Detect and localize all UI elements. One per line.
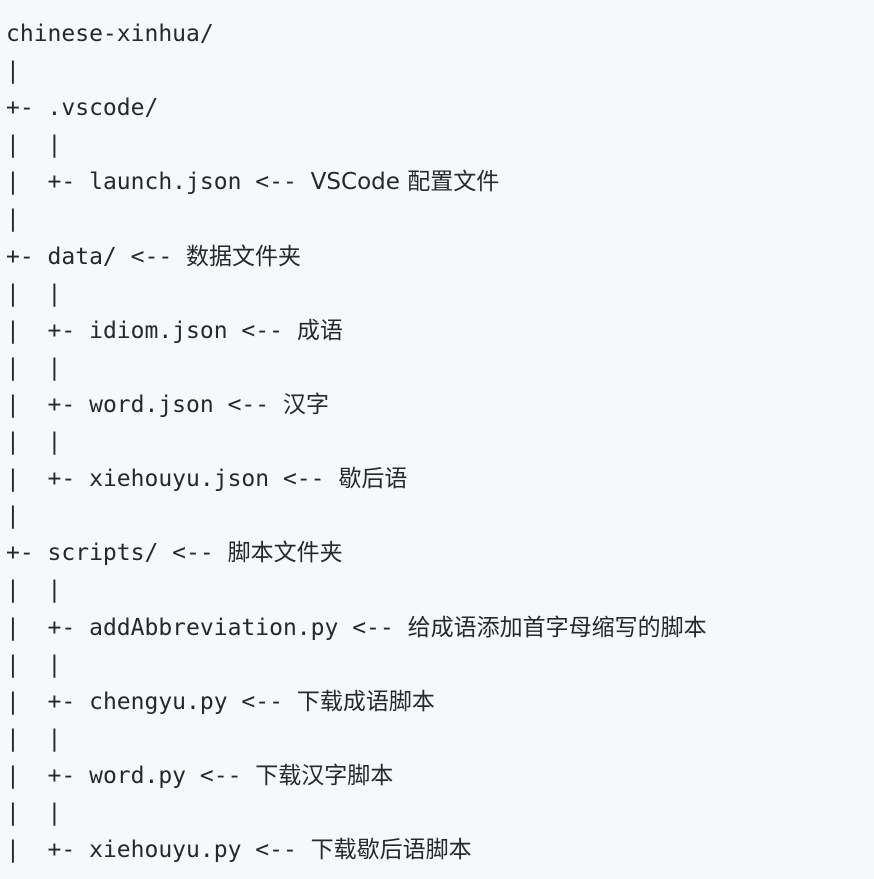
comment-arrow: <-- — [227, 317, 297, 344]
file-name: xiehouyu.py — [89, 837, 242, 864]
comment-arrow: <-- — [269, 466, 339, 493]
tree-branch-connector: | — [6, 206, 20, 233]
tree-connector-line: | — [6, 498, 874, 535]
tree-connector-line: | | — [6, 721, 874, 758]
file-name: word.py — [89, 762, 187, 789]
tree-branch-connector: | | — [6, 651, 62, 678]
file-comment: VSCode 配置文件 — [310, 169, 500, 196]
file-name: scripts/ — [47, 540, 159, 567]
file-comment: 歇后语 — [338, 466, 408, 493]
file-name: .vscode/ — [47, 95, 159, 122]
tree-connector-line: | — [6, 201, 874, 238]
tree-branch-connector: | +- — [6, 466, 90, 493]
file-comment: 成语 — [296, 317, 343, 344]
comment-arrow: <-- — [186, 762, 256, 789]
file-name: chengyu.py — [89, 688, 228, 715]
tree-connector-line: | — [6, 53, 874, 90]
comment-arrow: <-- — [241, 169, 311, 196]
file-comment: 给成语添加首字母缩写的脚本 — [407, 614, 707, 641]
file-name: xiehouyu.json — [89, 466, 270, 493]
tree-entry: chinese-xinhua/ — [6, 16, 874, 53]
tree-entry: | +- word.py <-- 下载汉字脚本 — [6, 758, 874, 795]
tree-entry: | +- addAbbreviation.py <-- 给成语添加首字母缩写的脚… — [6, 610, 874, 647]
file-name: word.json — [89, 391, 214, 418]
comment-arrow: <-- — [116, 243, 187, 270]
tree-branch-connector: | | — [6, 354, 62, 381]
tree-branch-connector: +- — [6, 95, 48, 122]
directory-tree: chinese-xinhua/ | +- .vscode/ | | | +- launc… — [0, 0, 874, 879]
tree-branch-connector: | | — [6, 429, 62, 456]
tree-branch-connector: | | — [6, 725, 62, 752]
comment-arrow: <-- — [158, 540, 228, 567]
tree-branch-connector: +- — [6, 243, 48, 270]
tree-branch-connector: | — [6, 58, 20, 85]
tree-branch-connector: | +- — [6, 391, 90, 418]
file-name: addAbbreviation.py — [89, 614, 339, 641]
tree-entry: | +- xiehouyu.py <-- 下载歇后语脚本 — [6, 832, 874, 869]
file-comment: 下载歇后语脚本 — [310, 837, 472, 864]
tree-connector-line: | | — [6, 127, 874, 164]
tree-branch-connector: +- — [6, 540, 48, 567]
comment-arrow: <-- — [338, 614, 408, 641]
tree-entry: | +- xiehouyu.json <-- 歇后语 — [6, 461, 874, 498]
tree-entry: +- scripts/ <-- 脚本文件夹 — [6, 535, 874, 572]
comment-arrow: <-- — [227, 688, 297, 715]
tree-entry: | +- launch.json <-- VSCode 配置文件 — [6, 164, 874, 201]
tree-branch-connector: | | — [6, 132, 62, 159]
tree-branch-connector: | | — [6, 280, 62, 307]
tree-branch-connector: | +- — [6, 169, 90, 196]
tree-entry: | +- word.json <-- 汉字 — [6, 387, 874, 424]
tree-connector-line: | | — [6, 424, 874, 461]
tree-branch-connector: | +- — [6, 688, 90, 715]
file-comment: 数据文件夹 — [186, 243, 302, 270]
tree-branch-connector: | | — [6, 799, 62, 826]
file-comment: 下载汉字脚本 — [255, 762, 394, 789]
tree-entry: | +- chengyu.py <-- 下载成语脚本 — [6, 684, 874, 721]
tree-branch-connector: | — [6, 503, 20, 530]
tree-connector-line: | | — [6, 276, 874, 313]
tree-branch-connector: | | — [6, 577, 62, 604]
file-comment: 下载成语脚本 — [296, 688, 435, 715]
file-comment: 汉字 — [282, 391, 329, 418]
tree-connector-line: | | — [6, 795, 874, 832]
comment-arrow: <-- — [241, 837, 311, 864]
tree-entry: +- data/ <-- 数据文件夹 — [6, 239, 874, 276]
tree-branch-connector: | +- — [6, 762, 90, 789]
file-name: idiom.json — [89, 317, 228, 344]
tree-entry: | +- idiom.json <-- 成语 — [6, 313, 874, 350]
tree-connector-line: | | — [6, 647, 874, 684]
tree-connector-line: | | — [6, 350, 874, 387]
tree-branch-connector: | +- — [6, 317, 90, 344]
file-name: launch.json — [89, 169, 242, 196]
file-name: data/ — [47, 243, 117, 270]
comment-arrow: <-- — [213, 391, 283, 418]
tree-entry: +- .vscode/ — [6, 90, 874, 127]
file-name: chinese-xinhua/ — [6, 21, 214, 47]
tree-connector-line: | | — [6, 572, 874, 609]
tree-branch-connector: | +- — [6, 837, 90, 864]
file-comment: 脚本文件夹 — [227, 540, 343, 567]
tree-branch-connector: | +- — [6, 614, 90, 641]
